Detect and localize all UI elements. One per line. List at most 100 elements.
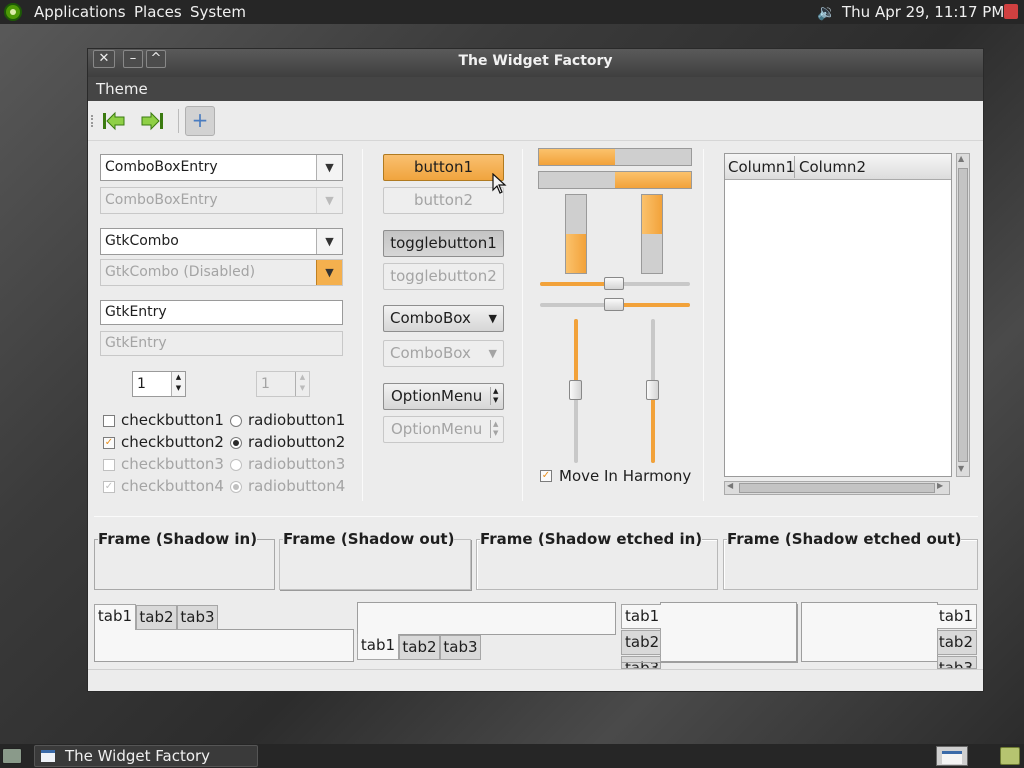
notebook-left-tab3[interactable]: tab3: [621, 656, 661, 669]
scroll-up-icon[interactable]: ▲: [958, 154, 964, 163]
trash-icon[interactable]: [1000, 747, 1020, 765]
hscale1-knob[interactable]: [604, 277, 624, 290]
dropdown-arrow-icon: ▼: [316, 260, 342, 285]
checkbutton2-box[interactable]: ✓: [103, 437, 115, 449]
vscale2-knob[interactable]: [646, 380, 659, 400]
dropdown-arrow-icon: ▼: [316, 188, 342, 213]
widget-factory-window: ✕ – ^ The Widget Factory Theme + ComboBo…: [87, 48, 984, 692]
places-menu[interactable]: Places: [134, 3, 182, 21]
horizontal-scrollbar[interactable]: ◀ ▶: [724, 481, 950, 495]
dropdown-arrow-icon[interactable]: ▼: [316, 155, 342, 180]
spinbutton[interactable]: 1 ▲ ▼: [132, 371, 186, 397]
comboboxentry[interactable]: ComboBoxEntry ▼: [100, 154, 343, 181]
system-indicator-icon[interactable]: [1004, 4, 1018, 19]
scroll-left-icon[interactable]: ◀: [727, 481, 733, 490]
move-in-harmony-checkbox[interactable]: ✓: [540, 470, 552, 482]
frame-shadow-etched-out-label: Frame (Shadow etched out): [727, 530, 962, 548]
horizontal-scrollbar-thumb[interactable]: [739, 483, 935, 493]
menubar: Theme: [88, 77, 983, 101]
titlebar[interactable]: ✕ – ^ The Widget Factory: [88, 49, 983, 77]
frame-shadow-in-label: Frame (Shadow in): [98, 530, 258, 548]
notebook-left-page: [660, 602, 797, 662]
togglebutton1[interactable]: togglebutton1: [383, 230, 504, 257]
dropdown-arrow-icon[interactable]: ▼: [316, 229, 342, 254]
notebook-bottom-tab3[interactable]: tab3: [440, 635, 481, 660]
scroll-right-icon[interactable]: ▶: [937, 481, 943, 490]
gtkentry[interactable]: GtkEntry: [100, 300, 343, 325]
taskbar-window-button[interactable]: The Widget Factory: [34, 745, 258, 767]
gtkentry-disabled-text: GtkEntry: [105, 335, 167, 351]
hscale2-knob[interactable]: [604, 298, 624, 311]
notebook-bottom-page: [357, 602, 616, 635]
window-title: The Widget Factory: [458, 53, 613, 69]
toolbar-grip[interactable]: [91, 115, 94, 127]
radiobutton1-label[interactable]: radiobutton1: [248, 411, 345, 429]
vscale1-knob[interactable]: [569, 380, 582, 400]
gtkcombo[interactable]: GtkCombo ▼: [100, 228, 343, 255]
notebook-left-tab1[interactable]: tab1: [621, 604, 661, 629]
checkbutton4-box: ✓: [103, 481, 115, 493]
notebook-right-tab2[interactable]: tab2: [937, 630, 977, 655]
spin-arrows-icon: ▲ ▼: [295, 372, 309, 396]
gtkcombo-disabled-text: GtkCombo (Disabled): [105, 264, 256, 280]
move-in-harmony-label[interactable]: Move In Harmony: [559, 467, 691, 485]
distro-logo-icon[interactable]: [4, 3, 22, 21]
vprogress1-fill: [566, 234, 586, 273]
dropdown-arrow-icon: ▼: [488, 312, 497, 325]
checkbutton2-label[interactable]: checkbutton2: [121, 433, 224, 451]
notebook-right-tab3[interactable]: tab3: [937, 656, 977, 669]
go-first-button[interactable]: [102, 106, 132, 136]
spinbutton-disabled-value: 1: [261, 376, 270, 392]
checkbutton3-label: checkbutton3: [121, 455, 224, 473]
column-divider[interactable]: [794, 156, 795, 178]
spinbutton-disabled: 1 ▲ ▼: [256, 371, 310, 397]
notebook-bottom-tab2[interactable]: tab2: [399, 635, 440, 660]
hprogress1-fill: [539, 149, 615, 165]
go-last-button[interactable]: [140, 106, 170, 136]
scroll-down-icon[interactable]: ▼: [958, 464, 964, 473]
radiobutton2-label[interactable]: radiobutton2: [248, 433, 345, 451]
checkbutton1-box[interactable]: [103, 415, 115, 427]
radiobutton1-dot[interactable]: [230, 415, 242, 427]
hprogress1: [538, 148, 692, 166]
button1[interactable]: button1: [383, 154, 504, 181]
comboboxentry-text: ComboBoxEntry: [105, 159, 218, 175]
optionmenu[interactable]: OptionMenu ▲ ▼: [383, 383, 504, 410]
notebook-left-tab2[interactable]: tab2: [621, 630, 661, 655]
notebook-top-tab2[interactable]: tab2: [136, 605, 177, 630]
checkbutton1-label[interactable]: checkbutton1: [121, 411, 224, 429]
treeview-header: Column1 Column2: [725, 154, 951, 180]
column-separator: [362, 149, 363, 501]
updown-arrows-icon: ▲ ▼: [490, 387, 500, 405]
notebook-bottom-tab1[interactable]: tab1: [357, 634, 399, 660]
column1-header[interactable]: Column1: [728, 158, 795, 176]
hscale2-fill: [615, 303, 690, 307]
menu-theme[interactable]: Theme: [96, 80, 148, 98]
speaker-icon[interactable]: 🔉: [817, 3, 836, 21]
notebook-right-page: [801, 602, 938, 662]
vprogress2-fill: [642, 195, 662, 234]
treeview[interactable]: Column1 Column2: [724, 153, 952, 477]
notebook-top-tab1[interactable]: tab1: [94, 604, 136, 630]
spin-arrows-icon[interactable]: ▲ ▼: [171, 372, 185, 396]
notebook-right-tab1[interactable]: tab1: [937, 604, 977, 629]
taskbar-window-label: The Widget Factory: [65, 747, 211, 765]
combobox[interactable]: ComboBox ▼: [383, 305, 504, 332]
applications-menu[interactable]: Applications: [34, 3, 126, 21]
comboboxentry-disabled-text: ComboBoxEntry: [105, 192, 218, 208]
show-desktop-icon[interactable]: [2, 748, 22, 764]
button2: button2: [383, 187, 504, 214]
notebook-top-page: [94, 629, 354, 662]
column2-header[interactable]: Column2: [799, 158, 866, 176]
add-button[interactable]: +: [185, 106, 215, 136]
radiobutton2-dot[interactable]: [230, 437, 242, 449]
workspace-switcher[interactable]: [936, 746, 968, 766]
vprogress2: [641, 194, 663, 274]
clock[interactable]: Thu Apr 29, 11:17 PM: [842, 3, 1004, 21]
horizontal-separator: [94, 516, 978, 517]
vertical-scrollbar[interactable]: ▲ ▼: [956, 153, 970, 477]
hprogress2: [538, 171, 692, 189]
notebook-top-tab3[interactable]: tab3: [177, 605, 218, 630]
system-menu[interactable]: System: [190, 3, 246, 21]
vertical-scrollbar-thumb[interactable]: [958, 168, 968, 462]
